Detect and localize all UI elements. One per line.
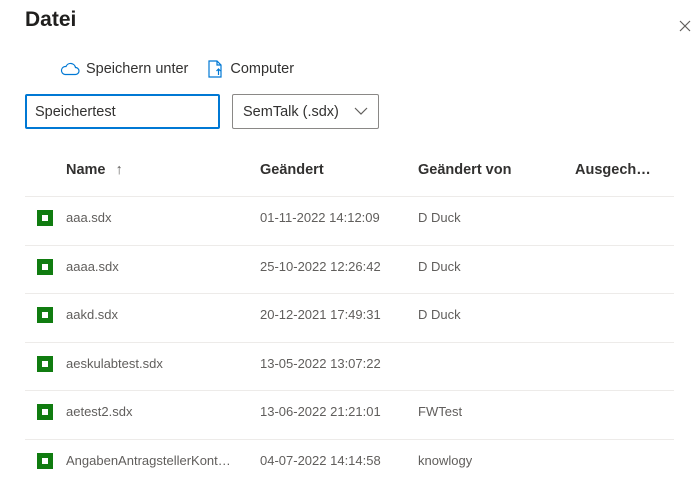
file-modified-by: D Duck — [418, 259, 461, 274]
filename-input[interactable] — [25, 94, 220, 129]
file-modified: 01-11-2022 14:12:09 — [260, 210, 380, 225]
filetype-selected: SemTalk (.sdx) — [243, 104, 339, 120]
computer-label: Computer — [230, 61, 294, 77]
column-name-label: Name — [66, 162, 106, 178]
close-icon — [676, 16, 693, 36]
column-checked-out-label: Ausgech… — [575, 162, 651, 178]
upload-file-icon — [206, 59, 224, 79]
file-modified: 20-12-2021 17:49:31 — [260, 307, 381, 322]
column-header-modified[interactable]: Geändert — [260, 162, 324, 178]
file-name: aaaa.sdx — [66, 259, 241, 274]
sdx-file-icon — [37, 259, 53, 275]
file-name: AngabenAntragstellerKont… — [66, 453, 241, 468]
file-modified: 13-05-2022 13:07:22 — [260, 356, 381, 371]
sdx-file-icon — [37, 356, 53, 372]
sdx-file-icon — [37, 453, 53, 469]
save-as-label: Speichern unter — [86, 61, 188, 77]
column-header-checked-out[interactable]: Ausgech… — [575, 162, 651, 178]
column-modified-by-label: Geändert von — [418, 162, 511, 178]
chevron-down-icon — [354, 106, 368, 116]
cloud-icon — [60, 62, 80, 76]
file-row[interactable]: aetest2.sdx 13-06-2022 21:21:01 FWTest — [25, 390, 674, 439]
file-list: aaa.sdx 01-11-2022 14:12:09 D Duck aaaa.… — [25, 196, 674, 487]
file-row[interactable]: aeskulabtest.sdx 13-05-2022 13:07:22 — [25, 342, 674, 391]
sdx-file-icon — [37, 307, 53, 323]
file-modified-by: FWTest — [418, 404, 462, 419]
column-modified-label: Geändert — [260, 162, 324, 178]
file-row[interactable]: aaaa.sdx 25-10-2022 12:26:42 D Duck — [25, 245, 674, 294]
sort-ascending-icon: ↑ — [116, 162, 123, 178]
filetype-dropdown[interactable]: SemTalk (.sdx) — [232, 94, 379, 129]
dialog-title: Datei — [25, 8, 76, 32]
file-row[interactable]: aaa.sdx 01-11-2022 14:12:09 D Duck — [25, 196, 674, 245]
file-list-header: Name ↑ Geändert Geändert von Ausgech… — [0, 160, 693, 184]
file-modified: 04-07-2022 14:14:58 — [260, 453, 381, 468]
file-modified-by: knowlogy — [418, 453, 472, 468]
computer-button[interactable]: Computer — [206, 59, 294, 79]
file-row[interactable]: aakd.sdx 20-12-2021 17:49:31 D Duck — [25, 293, 674, 342]
file-modified-by: D Duck — [418, 307, 461, 322]
close-button[interactable] — [676, 16, 693, 36]
command-bar: Speichern unter Computer — [60, 58, 312, 80]
file-modified-by: D Duck — [418, 210, 461, 225]
file-name: aetest2.sdx — [66, 404, 241, 419]
file-name: aakd.sdx — [66, 307, 241, 322]
file-modified: 13-06-2022 21:21:01 — [260, 404, 381, 419]
sdx-file-icon — [37, 210, 53, 226]
file-name: aeskulabtest.sdx — [66, 356, 241, 371]
column-header-name[interactable]: Name ↑ — [66, 162, 123, 178]
column-header-modified-by[interactable]: Geändert von — [418, 162, 511, 178]
file-name: aaa.sdx — [66, 210, 241, 225]
sdx-file-icon — [37, 404, 53, 420]
save-as-button[interactable]: Speichern unter — [60, 61, 188, 77]
file-modified: 25-10-2022 12:26:42 — [260, 259, 381, 274]
file-row[interactable]: AngabenAntragstellerKont… 04-07-2022 14:… — [25, 439, 674, 487]
